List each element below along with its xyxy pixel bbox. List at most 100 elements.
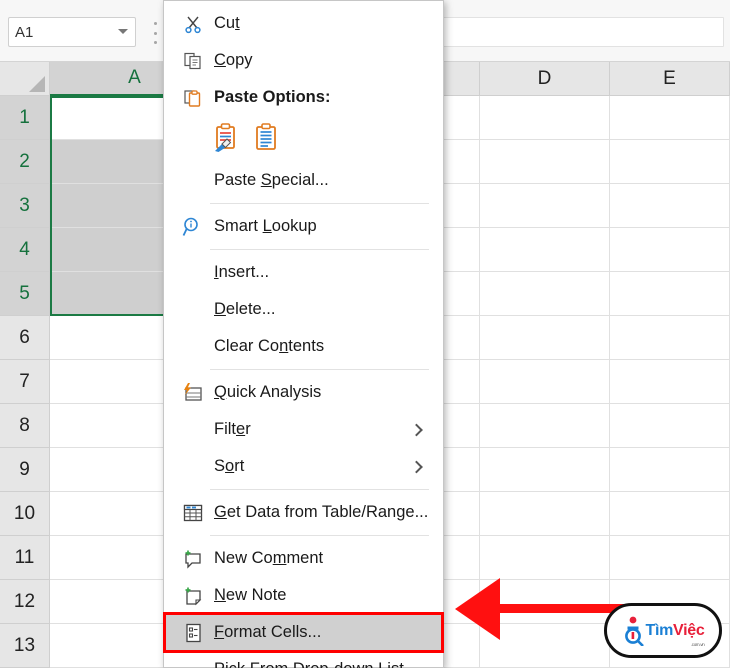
context-menu[interactable]: Cut Copy Paste Options: Paste Special...… [163, 0, 444, 668]
column-header-label: E [663, 67, 676, 89]
menu-item-label: Cut [214, 14, 240, 32]
cell-D6[interactable] [480, 316, 610, 360]
cell-E6[interactable] [610, 316, 730, 360]
new-comment-icon [178, 548, 208, 570]
row-header-label: 1 [19, 106, 30, 128]
cell-D3[interactable] [480, 184, 610, 228]
row-header-label: 4 [19, 238, 30, 260]
row-header-3[interactable]: 3 [0, 184, 50, 228]
cell-D1[interactable] [480, 96, 610, 140]
menu-item-label: Paste Options: [214, 88, 331, 106]
menu-item-clear-contents[interactable]: Clear Contents [164, 328, 443, 365]
cell-D5[interactable] [480, 272, 610, 316]
menu-item-label: Quick Analysis [214, 383, 322, 401]
menu-item-get-data-from-table-range[interactable]: Get Data from Table/Range... [164, 494, 443, 531]
cell-E7[interactable] [610, 360, 730, 404]
cell-E9[interactable] [610, 448, 730, 492]
column-header-e[interactable]: E [610, 62, 730, 96]
menu-item-cut[interactable]: Cut [164, 5, 443, 42]
row-header-label: 5 [19, 282, 30, 304]
quick-analysis-icon [178, 382, 208, 404]
cell-E10[interactable] [610, 492, 730, 536]
column-header-d[interactable]: D [480, 62, 610, 96]
menu-separator [210, 489, 429, 490]
cell-E8[interactable] [610, 404, 730, 448]
row-header-7[interactable]: 7 [0, 360, 50, 404]
blank-icon [178, 170, 208, 192]
row-header-label: 3 [19, 194, 30, 216]
watermark-text: TìmViệc .com.vn [646, 621, 705, 647]
name-box[interactable]: A1 [8, 17, 136, 47]
menu-item-format-cells[interactable]: Format Cells... [164, 614, 443, 651]
menu-item-sort[interactable]: Sort [164, 448, 443, 485]
table-grid-icon [178, 502, 208, 524]
row-header-label: 13 [13, 634, 36, 656]
cell-E1[interactable] [610, 96, 730, 140]
clipboard-icon [178, 87, 208, 109]
excel-window: A1 ABCDE 1234567891011121314 23121 Cut C… [0, 0, 730, 668]
blank-icon [178, 336, 208, 358]
menu-item-new-note[interactable]: New Note [164, 577, 443, 614]
select-all-corner[interactable] [0, 62, 50, 96]
cell-D2[interactable] [480, 140, 610, 184]
row-header-8[interactable]: 8 [0, 404, 50, 448]
cell-D4[interactable] [480, 228, 610, 272]
menu-item-delete[interactable]: Delete... [164, 291, 443, 328]
row-header-2[interactable]: 2 [0, 140, 50, 184]
menu-item-quick-analysis[interactable]: Quick Analysis [164, 374, 443, 411]
row-header-5[interactable]: 5 [0, 272, 50, 316]
cell-D10[interactable] [480, 492, 610, 536]
watermark-text-sub: .com.vn [690, 641, 705, 647]
row-headers: 1234567891011121314 [0, 96, 50, 668]
menu-item-label: Clear Contents [214, 337, 325, 355]
cell-E3[interactable] [610, 184, 730, 228]
menu-item-label: Sort [214, 457, 245, 475]
menu-item-label: New Note [214, 586, 287, 604]
menu-item-smart-lookup[interactable]: Smart Lookup [164, 208, 443, 245]
vertical-dots-icon[interactable] [152, 22, 158, 44]
menu-item-insert[interactable]: Insert... [164, 254, 443, 291]
cell-E5[interactable] [610, 272, 730, 316]
menu-separator [210, 249, 429, 250]
menu-item-label: Delete... [214, 300, 276, 318]
blank-icon [178, 659, 208, 668]
menu-item-paste-special[interactable]: Paste Special... [164, 162, 443, 199]
row-header-4[interactable]: 4 [0, 228, 50, 272]
person-magnifier-icon [622, 616, 644, 647]
chevron-down-icon[interactable] [117, 26, 129, 38]
menu-item-label: Copy [214, 51, 253, 69]
cell-D11[interactable] [480, 536, 610, 580]
row-header-9[interactable]: 9 [0, 448, 50, 492]
watermark-text-secondary: Việc [673, 621, 705, 639]
blank-icon [178, 262, 208, 284]
menu-item-label: Insert... [214, 263, 270, 281]
row-header-10[interactable]: 10 [0, 492, 50, 536]
row-header-1[interactable]: 1 [0, 96, 50, 140]
menu-item-label: New Comment [214, 549, 324, 567]
row-header-12[interactable]: 12 [0, 580, 50, 624]
cell-E4[interactable] [610, 228, 730, 272]
menu-item-new-comment[interactable]: New Comment [164, 540, 443, 577]
row-header-13[interactable]: 13 [0, 624, 50, 668]
menu-item-label: Format Cells... [214, 623, 322, 641]
cell-D7[interactable] [480, 360, 610, 404]
row-header-label: 12 [13, 590, 36, 612]
cell-E2[interactable] [610, 140, 730, 184]
blank-icon [178, 299, 208, 321]
blank-icon [178, 456, 208, 478]
menu-item-pick-from-drop-down-list[interactable]: Pick From Drop-down List... [164, 651, 443, 668]
cell-D8[interactable] [480, 404, 610, 448]
row-header-11[interactable]: 11 [0, 536, 50, 580]
row-header-label: 2 [19, 150, 30, 172]
cell-E11[interactable] [610, 536, 730, 580]
menu-item-filter[interactable]: Filter [164, 411, 443, 448]
row-header-6[interactable]: 6 [0, 316, 50, 360]
menu-separator [210, 535, 429, 536]
menu-item-label: Smart Lookup [214, 217, 317, 235]
menu-item-label: Paste Special... [214, 171, 329, 189]
cell-D9[interactable] [480, 448, 610, 492]
chevron-right-icon [410, 423, 423, 436]
paste-keep-formatting-icon[interactable] [252, 122, 280, 157]
menu-item-copy[interactable]: Copy [164, 42, 443, 79]
paste-values-brush-icon[interactable] [212, 122, 240, 157]
